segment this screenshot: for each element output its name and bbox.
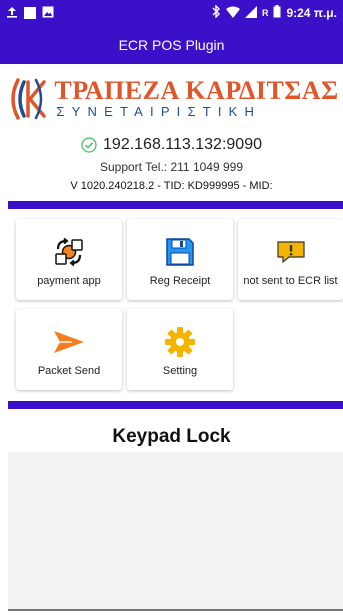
floppy-disk-icon	[166, 238, 194, 266]
app-bar: ECR POS Plugin	[0, 26, 343, 64]
ip-address: 192.168.113.132:9090	[103, 136, 262, 153]
packet-send-label: Packet Send	[37, 365, 101, 377]
bank-logo: ΤΡΑΠΕΖΑ ΚΑΡΔΙΤΣΑΣ ΣΥΝΕΤΑΙΡΙΣΤΙΚΗ	[0, 64, 343, 134]
wifi-icon	[225, 6, 240, 21]
battery-icon	[273, 5, 281, 21]
status-time: 9:24 π.μ.	[286, 6, 337, 20]
keypad-area[interactable]	[8, 452, 343, 609]
not-sent-to-ecr-label: not sent to ECR list	[243, 275, 338, 287]
reg-receipt-button[interactable]: Reg Receipt	[127, 219, 233, 300]
bank-logo-mark-icon	[11, 78, 47, 120]
signal-icon	[244, 5, 257, 21]
connection-info: 192.168.113.132:9090 Support Tel.: 211 1…	[0, 134, 343, 196]
bank-name: ΤΡΑΠΕΖΑ ΚΑΡΔΙΤΣΑΣ	[54, 76, 339, 105]
bank-subtitle: ΣΥΝΕΤΑΙΡΙΣΤΙΚΗ	[56, 104, 262, 119]
upload-icon	[6, 6, 18, 21]
setting-button[interactable]: Setting	[127, 309, 233, 390]
check-circle-icon	[81, 137, 97, 153]
bluetooth-icon	[211, 4, 221, 21]
image-icon	[42, 6, 54, 21]
roaming-indicator: R	[261, 8, 269, 18]
bottom-divider	[8, 401, 343, 409]
square-icon	[24, 7, 36, 19]
payment-app-icon	[55, 237, 83, 267]
payment-app-label: payment app	[37, 275, 101, 287]
top-divider	[8, 201, 343, 209]
keypad-bottom-line	[8, 609, 343, 611]
status-bar: R 9:24 π.μ.	[0, 0, 343, 26]
app-title: ECR POS Plugin	[118, 37, 225, 53]
send-icon	[54, 331, 84, 353]
version-info: V 1020.240218.2 - TID: KD999995 - MID:	[70, 180, 273, 192]
packet-send-button[interactable]: Packet Send	[16, 309, 122, 390]
gear-icon	[165, 327, 195, 357]
payment-app-button[interactable]: payment app	[16, 219, 122, 300]
alert-chat-icon	[276, 241, 305, 264]
support-phone: Support Tel.: 211 1049 999	[99, 160, 243, 174]
setting-label: Setting	[162, 365, 198, 377]
keypad-lock-title: Keypad Lock	[112, 426, 231, 447]
not-sent-to-ecr-button[interactable]: not sent to ECR list	[238, 219, 343, 300]
reg-receipt-label: Reg Receipt	[149, 275, 211, 287]
